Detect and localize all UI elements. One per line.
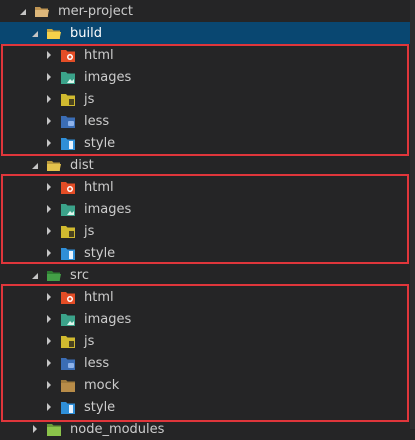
tree-item-dist[interactable]: dist bbox=[0, 154, 410, 176]
tree-item-label: build bbox=[70, 25, 102, 41]
tree-item-label: node_modules bbox=[70, 421, 165, 437]
tree-item-build[interactable]: build bbox=[0, 22, 410, 44]
highlight-box-build bbox=[1, 44, 409, 156]
vertical-scrollbar[interactable] bbox=[410, 0, 415, 429]
chevron-down-icon[interactable] bbox=[30, 160, 40, 170]
highlight-box-src bbox=[1, 284, 409, 422]
chevron-down-icon[interactable] bbox=[30, 270, 40, 280]
tree-item-src[interactable]: src bbox=[0, 264, 410, 286]
folder-open-yellow-icon bbox=[46, 158, 62, 172]
folder-open-icon bbox=[34, 4, 50, 18]
folder-open-yellow-icon bbox=[46, 26, 62, 40]
node-modules-folder-icon bbox=[46, 422, 62, 436]
highlight-box-dist bbox=[1, 174, 409, 264]
tree-item-label: src bbox=[70, 267, 89, 283]
chevron-down-icon[interactable] bbox=[18, 6, 28, 16]
chevron-down-icon[interactable] bbox=[30, 28, 40, 38]
tree-item-label: mer-project bbox=[58, 3, 133, 19]
tree-item-label: dist bbox=[70, 157, 94, 173]
folder-open-green-icon bbox=[46, 268, 62, 282]
file-explorer-tree: mer-project build html images js less st… bbox=[0, 0, 415, 437]
tree-item-mer-project[interactable]: mer-project bbox=[0, 0, 410, 22]
chevron-right-icon[interactable] bbox=[30, 424, 40, 434]
